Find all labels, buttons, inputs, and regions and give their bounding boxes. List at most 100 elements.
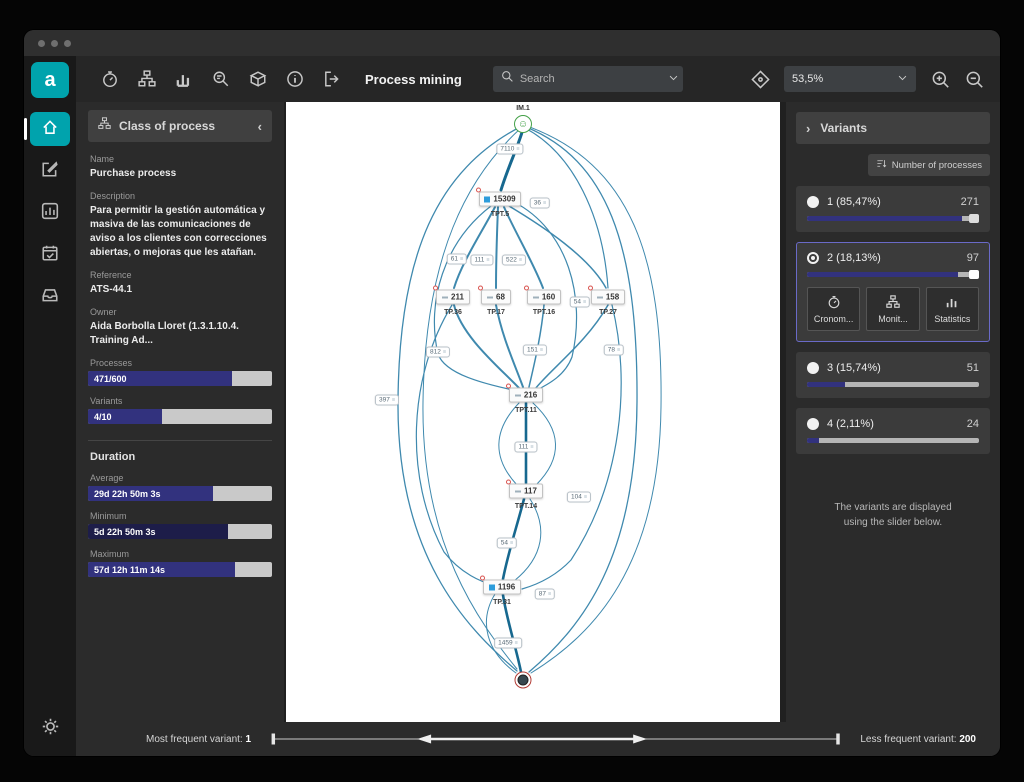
variant-radio[interactable] <box>807 418 819 430</box>
variant-card-3[interactable]: 3 (15,74%) 51 <box>796 352 990 398</box>
alert-badge-icon <box>478 286 483 291</box>
variant-card-2[interactable]: 2 (18,13%) 97 Cronom <box>796 242 990 342</box>
variant-label: 4 (2,11%) <box>827 418 959 430</box>
variant-slider-fill <box>807 382 845 387</box>
minimum-duration-bar: 5d 22h 50m 3s <box>88 524 272 539</box>
field-value-name: Purchase process <box>90 167 270 181</box>
info-icon[interactable] <box>285 69 305 89</box>
alert-badge-icon <box>588 286 593 291</box>
progress-fill: 471/600 <box>88 371 232 386</box>
progress-fill: 4/10 <box>88 409 162 424</box>
maximum-duration-bar: 57d 12h 11m 14s <box>88 562 272 577</box>
variant-slider-fill <box>807 272 958 277</box>
variant-slider-thumb[interactable] <box>969 270 979 279</box>
process-node-TP.17[interactable]: 68 <box>481 290 511 305</box>
statistics-button[interactable]: Statistics <box>926 287 979 331</box>
process-node-TPT.16[interactable]: 160 <box>527 290 561 305</box>
sidebar-item-statistics[interactable] <box>28 196 72 230</box>
edge-frequency-label: 104 <box>567 492 591 503</box>
edge-frequency-label: 36 <box>530 198 550 209</box>
variant-radio[interactable] <box>807 362 819 374</box>
variant-slider[interactable] <box>807 438 979 443</box>
variant-range-bar: Most frequent variant: 1 Less frequent v… <box>76 722 1000 756</box>
process-node-code: TPT.16 <box>533 309 555 316</box>
monitor-button[interactable]: Monit... <box>866 287 919 331</box>
timer-icon <box>827 295 841 311</box>
alert-badge-icon <box>433 286 438 291</box>
sidebar-item-edit[interactable] <box>28 154 72 188</box>
process-node-TP.31[interactable]: 1196 <box>483 580 521 595</box>
process-nodes-layer: IM.1 ☺ 15309TPT.5211TP.3668TP.17160TPT.1… <box>286 102 780 722</box>
variant-slider[interactable] <box>807 382 979 387</box>
variant-slider-thumb[interactable] <box>969 214 979 223</box>
variants-panel: › Variants Number of processes <box>786 102 1000 722</box>
sidebar-item-settings[interactable] <box>28 712 72 746</box>
field-value-description: Para permitir la gestión automática y ma… <box>90 204 270 260</box>
zoom-in-icon[interactable] <box>930 69 950 89</box>
node-frequency: 216 <box>524 391 537 400</box>
variant-radio[interactable] <box>807 196 819 208</box>
class-panel-header[interactable]: Class of process ‹ <box>88 110 272 142</box>
edge-frequency-label: 151 <box>523 345 547 356</box>
collapse-chevron-icon[interactable]: ‹ <box>258 119 262 134</box>
variant-count: 97 <box>967 252 979 264</box>
package-icon[interactable] <box>248 69 268 89</box>
variant-slider[interactable] <box>807 216 979 221</box>
variant-label: 2 (18,13%) <box>827 252 959 264</box>
process-node-TPT.14[interactable]: 117 <box>509 484 543 499</box>
zoom-level-select[interactable]: 53,5% <box>784 66 916 92</box>
process-node-TPT.5[interactable]: 15309 <box>479 192 521 207</box>
field-label: Processes <box>90 358 270 368</box>
sidebar-item-inbox[interactable] <box>28 280 72 314</box>
edge-frequency-label: 111 <box>514 442 537 453</box>
process-tree-icon <box>98 117 111 135</box>
variant-slider[interactable] <box>807 272 979 277</box>
blue-square-icon <box>489 584 495 590</box>
fit-view-icon[interactable] <box>750 69 770 89</box>
window-dot[interactable] <box>64 40 71 47</box>
main-toolbar: Process mining 53,5% <box>76 56 1000 102</box>
timer-icon[interactable] <box>100 69 120 89</box>
sort-by-processes-button[interactable]: Number of processes <box>868 154 990 176</box>
process-tree-icon[interactable] <box>137 69 157 89</box>
chevron-down-icon[interactable] <box>668 70 679 88</box>
node-frequency: 117 <box>524 487 537 496</box>
process-node-TP.36[interactable]: 211 <box>436 290 470 305</box>
home-icon <box>41 118 59 141</box>
zoom-out-icon[interactable] <box>964 69 984 89</box>
end-event-node[interactable] <box>515 672 532 689</box>
window-titlebar <box>24 30 1000 56</box>
start-node-label: IM.1 <box>516 105 530 112</box>
variant-radio-selected[interactable] <box>807 252 819 264</box>
variant-range-slider[interactable] <box>265 732 846 746</box>
process-node-TP.27[interactable]: 158 <box>591 290 625 305</box>
chronometer-button[interactable]: Cronom... <box>807 287 860 331</box>
process-map-canvas[interactable]: IM.1 ☺ 15309TPT.5211TP.3668TP.17160TPT.1… <box>286 102 780 722</box>
start-event-node[interactable]: ☺ <box>514 115 532 133</box>
sort-icon <box>876 158 887 172</box>
search-input[interactable] <box>520 73 662 85</box>
bar-chart-icon[interactable] <box>174 69 194 89</box>
sidebar-item-home[interactable] <box>30 112 70 146</box>
zoom-search-icon[interactable] <box>211 69 231 89</box>
export-icon[interactable] <box>322 69 342 89</box>
node-frequency: 15309 <box>493 195 515 204</box>
app-logo[interactable]: a <box>31 62 69 98</box>
variant-card-1[interactable]: 1 (85,47%) 271 <box>796 186 990 232</box>
variant-count: 271 <box>961 196 979 208</box>
window-dot[interactable] <box>51 40 58 47</box>
search-box[interactable] <box>493 66 683 92</box>
node-frequency: 160 <box>542 293 555 302</box>
process-node-TPT.11[interactable]: 216 <box>509 388 543 403</box>
process-node-code: TP.17 <box>487 309 505 316</box>
sidebar-item-tasks[interactable] <box>28 238 72 272</box>
edge-frequency-label: 522 <box>502 255 526 266</box>
field-label: Description <box>90 191 270 201</box>
class-of-process-panel: Class of process ‹ Name Purchase process… <box>76 102 284 722</box>
gear-icon <box>41 717 60 741</box>
window-dot[interactable] <box>38 40 45 47</box>
dash-icon <box>442 296 448 298</box>
variants-panel-header[interactable]: › Variants <box>796 112 990 144</box>
action-label: Cronom... <box>814 314 854 324</box>
variant-card-4[interactable]: 4 (2,11%) 24 <box>796 408 990 454</box>
